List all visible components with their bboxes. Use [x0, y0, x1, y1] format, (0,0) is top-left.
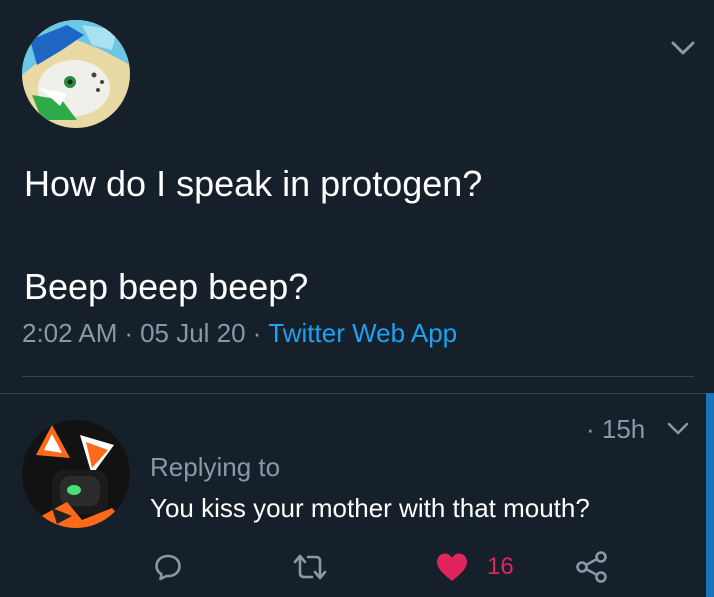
heart-icon — [437, 553, 467, 581]
reply-button[interactable] — [152, 550, 184, 584]
share-icon — [576, 551, 607, 583]
tweet-source-link[interactable]: Twitter Web App — [268, 318, 457, 348]
reply-timestamp[interactable]: · 15h — [586, 414, 645, 445]
tweet-text-line-1: How do I speak in protogen? — [24, 163, 483, 204]
reply-author-avatar[interactable] — [22, 420, 130, 528]
tweet-author-avatar[interactable] — [22, 20, 130, 128]
tweet-text-line-2: Beep beep beep? — [24, 266, 309, 307]
scroll-accent-bar — [706, 393, 714, 597]
chevron-down-icon[interactable] — [670, 38, 696, 58]
like-button[interactable]: 16 — [435, 550, 514, 584]
tweet-meta: 2:02 AM · 05 Jul 20 · Twitter Web App — [22, 318, 457, 349]
replying-to-label: Replying to — [150, 452, 281, 482]
retweet-icon — [293, 554, 327, 580]
share-button[interactable] — [575, 550, 609, 584]
chevron-down-icon[interactable] — [666, 420, 690, 438]
tweet-time[interactable]: 2:02 AM — [22, 318, 117, 348]
like-count: 16 — [487, 553, 514, 580]
reply-text: You kiss your mother with that mouth? — [150, 493, 590, 523]
meta-separator: · — [124, 318, 134, 348]
divider — [22, 376, 694, 377]
retweet-button[interactable] — [290, 550, 330, 584]
meta-separator: · — [252, 318, 262, 348]
comment-icon — [155, 554, 181, 581]
tweet-date[interactable]: 05 Jul 20 — [140, 318, 246, 348]
section-separator — [0, 393, 714, 394]
